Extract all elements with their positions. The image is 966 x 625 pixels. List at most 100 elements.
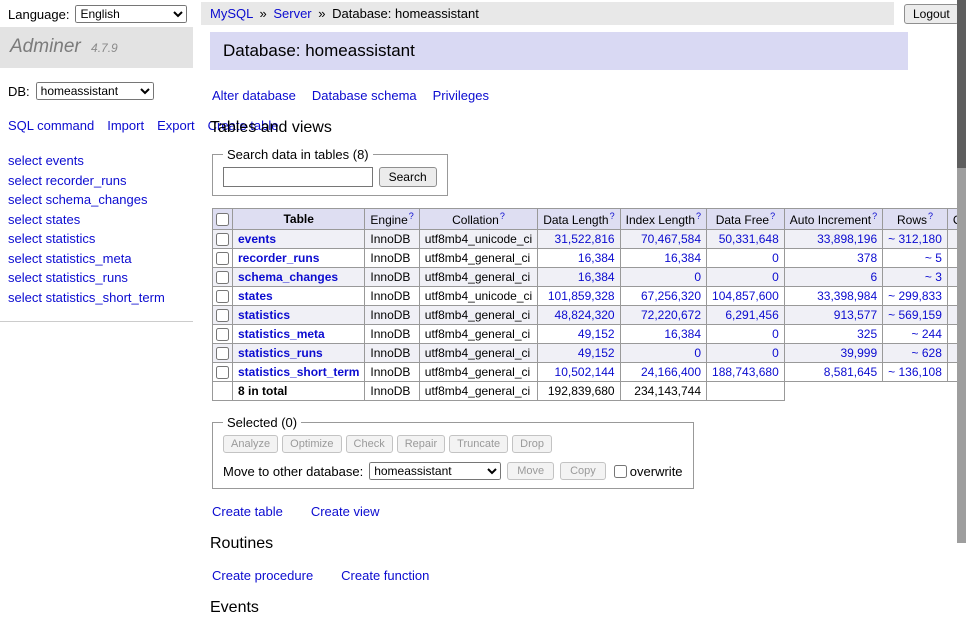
data-free-link[interactable]: 104,857,600 [712,289,779,303]
auto-increment-link[interactable]: 378 [857,251,877,265]
index-length-link[interactable]: 16,384 [664,251,701,265]
auto-increment-link[interactable]: 39,999 [840,346,877,360]
index-length-link[interactable]: 24,166,400 [641,365,701,379]
move-db-select[interactable]: homeassistant [369,462,501,480]
sidebar-table-link[interactable]: select recorder_runs [8,171,185,191]
rows-link[interactable]: ~ 628 [912,346,942,360]
truncate-button[interactable]: Truncate [449,435,508,453]
data-length-link[interactable]: 101,859,328 [548,289,615,303]
data-length-link[interactable]: 49,152 [578,346,615,360]
routine-link[interactable]: Create function [341,568,429,583]
optimize-button[interactable]: Optimize [282,435,341,453]
rows-link[interactable]: ~ 3 [925,270,942,284]
data-free-link[interactable]: 0 [772,251,779,265]
index-length-link[interactable]: 0 [694,346,701,360]
db-action-link[interactable]: Privileges [433,88,489,103]
column-help-link[interactable]: ? [872,211,877,221]
check-button[interactable]: Check [346,435,393,453]
data-free-link[interactable]: 0 [772,346,779,360]
column-help-link[interactable]: ? [610,211,615,221]
rows-link[interactable]: ~ 244 [912,327,942,341]
sidebar-table-link[interactable]: select schema_changes [8,190,185,210]
create-link[interactable]: Create view [311,504,380,519]
data-free-link[interactable]: 50,331,648 [719,232,779,246]
table-name-link[interactable]: recorder_runs [238,251,319,265]
db-select[interactable]: homeassistant [36,82,154,100]
sidebar-action-link[interactable]: Import [107,118,144,133]
row-checkbox[interactable] [216,271,229,284]
auto-increment-link[interactable]: 33,898,196 [817,232,877,246]
data-length-link[interactable]: 48,824,320 [555,308,615,322]
sidebar-table-link[interactable]: select statistics_runs [8,268,185,288]
breadcrumb-link-server[interactable]: Server [273,6,311,21]
row-checkbox[interactable] [216,252,229,265]
overwrite-checkbox[interactable] [614,465,627,478]
data-free-link[interactable]: 0 [772,270,779,284]
data-length-link[interactable]: 49,152 [578,327,615,341]
row-checkbox[interactable] [216,328,229,341]
rows-link[interactable]: ~ 569,159 [888,308,942,322]
db-action-link[interactable]: Database schema [312,88,417,103]
auto-increment-link[interactable]: 6 [870,270,877,284]
column-help-link[interactable]: ? [928,211,933,221]
row-checkbox[interactable] [216,290,229,303]
data-length-link[interactable]: 10,502,144 [555,365,615,379]
table-name-link[interactable]: statistics_runs [238,346,323,360]
analyze-button[interactable]: Analyze [223,435,278,453]
sidebar-table-link[interactable]: select events [8,151,185,171]
search-input[interactable] [223,167,373,187]
sidebar-table-link[interactable]: select statistics_meta [8,249,185,269]
data-length-link[interactable]: 16,384 [578,270,615,284]
column-help-link[interactable]: ? [409,211,414,221]
sidebar-action-link[interactable]: SQL command [8,118,94,133]
table-name-link[interactable]: statistics_meta [238,327,325,341]
row-checkbox[interactable] [216,309,229,322]
data-free-link[interactable]: 6,291,456 [725,308,778,322]
index-length-link[interactable]: 67,256,320 [641,289,701,303]
language-select[interactable]: English [75,5,187,23]
auto-increment-link[interactable]: 8,581,645 [824,365,877,379]
auto-increment-link[interactable]: 325 [857,327,877,341]
sidebar-action-link[interactable]: Export [157,118,195,133]
repair-button[interactable]: Repair [397,435,445,453]
create-link[interactable]: Create table [212,504,283,519]
breadcrumb-link-mysql[interactable]: MySQL [210,6,253,21]
column-help-link[interactable]: ? [500,211,505,221]
data-length-link[interactable]: 31,522,816 [555,232,615,246]
copy-button[interactable]: Copy [560,462,606,480]
select-all-checkbox[interactable] [216,213,229,226]
auto-increment-link[interactable]: 33,398,984 [817,289,877,303]
data-length-link[interactable]: 16,384 [578,251,615,265]
column-help-link[interactable]: ? [770,211,775,221]
scrollbar-thumb[interactable] [957,0,966,168]
row-checkbox[interactable] [216,347,229,360]
index-length-link[interactable]: 0 [694,270,701,284]
rows-link[interactable]: ~ 5 [925,251,942,265]
search-button[interactable]: Search [379,167,437,187]
sidebar-table-link[interactable]: select states [8,210,185,230]
data-free-link[interactable]: 0 [772,327,779,341]
drop-button[interactable]: Drop [512,435,552,453]
index-length-link[interactable]: 72,220,672 [641,308,701,322]
rows-link[interactable]: ~ 299,833 [888,289,942,303]
db-action-link[interactable]: Alter database [212,88,296,103]
row-checkbox[interactable] [216,233,229,246]
table-name-link[interactable]: states [238,289,273,303]
table-name-link[interactable]: statistics_short_term [238,365,359,379]
table-name-link[interactable]: events [238,232,276,246]
row-checkbox[interactable] [216,366,229,379]
rows-link[interactable]: ~ 136,108 [888,365,942,379]
scrollbar[interactable] [957,0,966,543]
index-length-link[interactable]: 16,384 [664,327,701,341]
index-length-link[interactable]: 70,467,584 [641,232,701,246]
sidebar-table-link[interactable]: select statistics_short_term [8,288,185,308]
logout-button[interactable]: Logout [904,4,959,24]
table-name-link[interactable]: schema_changes [238,270,338,284]
data-free-link[interactable]: 188,743,680 [712,365,779,379]
auto-increment-link[interactable]: 913,577 [834,308,877,322]
routine-link[interactable]: Create procedure [212,568,313,583]
table-name-link[interactable]: statistics [238,308,290,322]
rows-link[interactable]: ~ 312,180 [888,232,942,246]
sidebar-table-link[interactable]: select statistics [8,229,185,249]
column-help-link[interactable]: ? [696,211,701,221]
